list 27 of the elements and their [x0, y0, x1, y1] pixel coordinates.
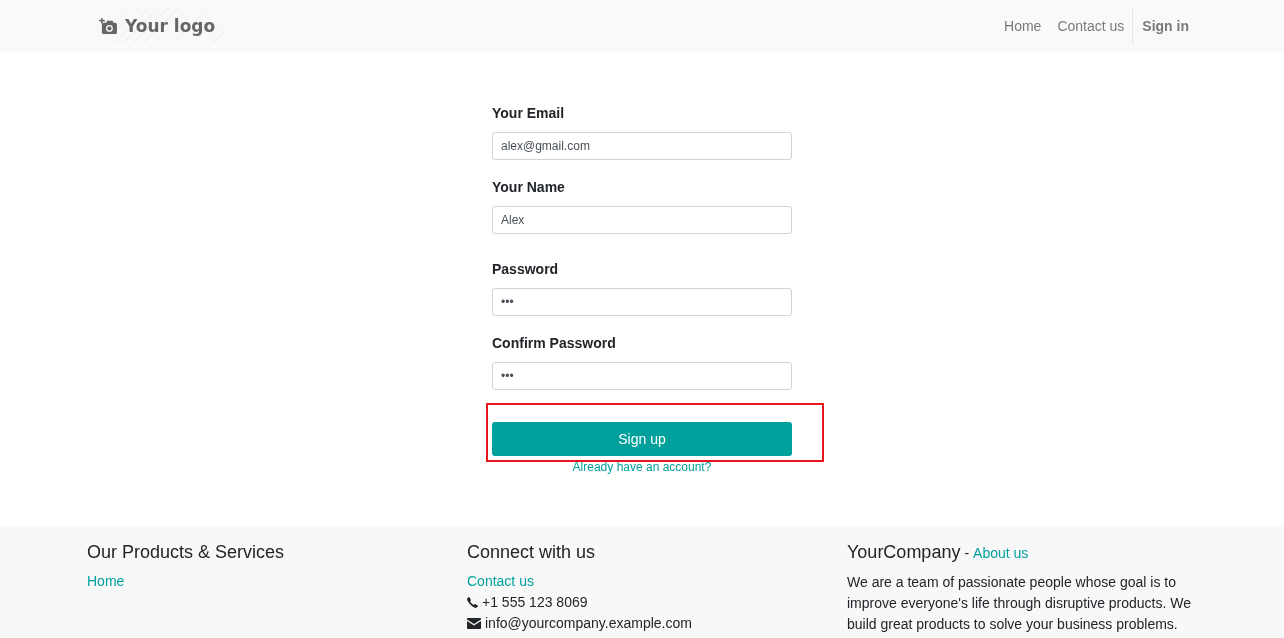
title-separator: - — [964, 544, 970, 563]
company-description: We are a team of passionate people whose goal is to improve everyone's life through disruptive products. We build great products to solve your business problems. — [847, 573, 1193, 634]
field-label: Your Name — [492, 178, 565, 197]
logo-link[interactable]: Your logo — [89, 9, 226, 43]
camera-icon — [99, 17, 118, 35]
input-field[interactable]: alex@gmail.com — [492, 132, 792, 160]
field-label: Your Email — [492, 104, 565, 123]
field-label: Password — [492, 260, 559, 279]
input-field[interactable]: ••• — [492, 288, 792, 316]
login-link[interactable]: Already have an account? — [572, 460, 712, 474]
company-name: YourCompany — [847, 541, 961, 563]
input-field[interactable]: ••• — [492, 362, 792, 390]
footer-heading: Our Products & Services — [87, 541, 286, 563]
footer-heading: Connect with us — [467, 541, 597, 563]
envelope-icon — [467, 618, 481, 629]
field-label: Confirm Password — [492, 334, 616, 353]
phone-icon — [467, 597, 478, 608]
footer-link[interactable]: Contact us — [467, 571, 534, 592]
about-link[interactable]: About us — [973, 542, 1029, 564]
footer-link[interactable]: Home — [87, 571, 125, 592]
sign-up-button[interactable]: Sign up — [492, 422, 792, 456]
sign-in-link[interactable]: Sign in — [1133, 16, 1197, 36]
input-field[interactable]: Alex — [492, 206, 792, 234]
nav-link[interactable]: Contact us — [1049, 16, 1133, 36]
nav-link[interactable]: Home — [996, 16, 1050, 36]
contact-text: info@yourcompany.example.com — [485, 614, 692, 633]
contact-text: +1 555 123 8069 — [482, 593, 588, 612]
